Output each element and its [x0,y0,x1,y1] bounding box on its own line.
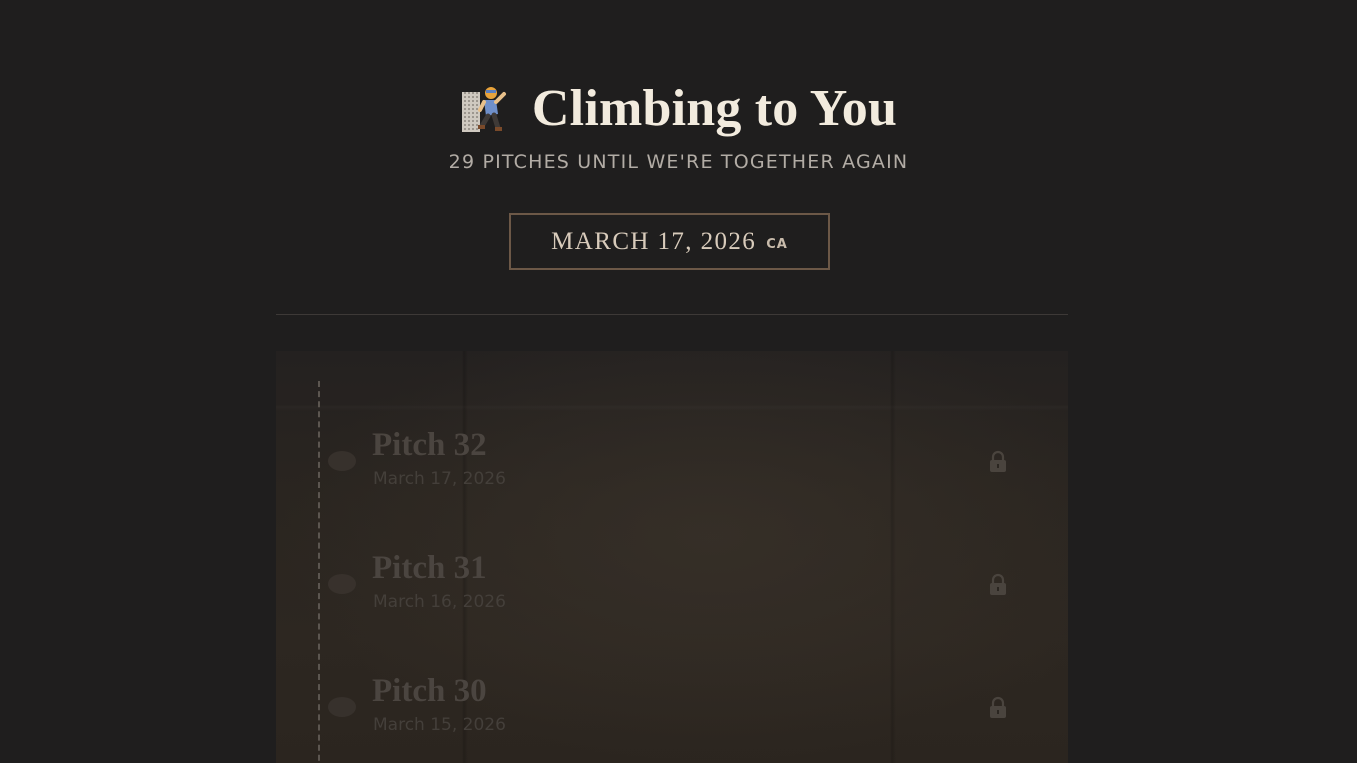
climber-icon [461,87,506,132]
lock-icon [990,573,1006,595]
pitch-list-panel[interactable]: Pitch 32 March 17, 2026 Pitch 31 March 1… [276,351,1068,763]
page-title: Climbing to You [531,80,898,137]
pitch-date: March 16, 2026 [373,592,506,612]
pitch-date: March 17, 2026 [373,469,506,489]
pitch-title: Pitch 30 [372,673,487,709]
timezone-label: CA [766,237,788,252]
section-divider [276,314,1068,315]
countdown-subtitle: 29 PITCHES UNTIL WE'RE TOGETHER AGAIN [448,151,909,173]
pitch-marker [328,451,356,471]
pitch-marker [328,574,356,594]
pitch-item[interactable]: Pitch 32 March 17, 2026 [276,407,1068,517]
selected-date: MARCH 17, 2026 [551,227,757,255]
pitch-date: March 15, 2026 [373,715,506,735]
title-row: Climbing to You [0,78,1357,140]
pitch-item[interactable]: Pitch 31 March 16, 2026 [276,530,1068,640]
pitch-title: Pitch 31 [372,550,487,586]
date-selector-button[interactable]: MARCH 17, 2026 CA [509,213,830,270]
pitch-title: Pitch 32 [372,427,487,463]
lock-icon [990,696,1006,718]
lock-icon [990,450,1006,472]
pitch-marker [328,697,356,717]
pitch-item[interactable]: Pitch 30 March 15, 2026 [276,653,1068,763]
